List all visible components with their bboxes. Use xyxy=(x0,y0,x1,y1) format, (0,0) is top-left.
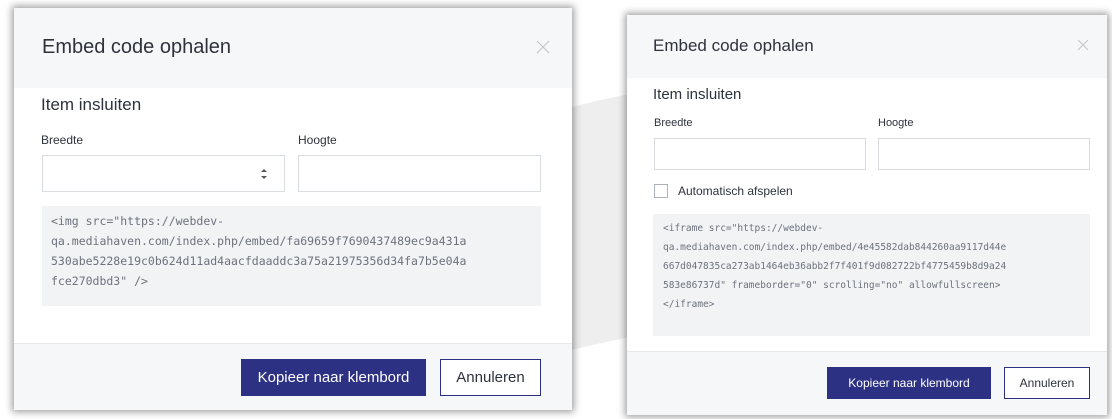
height-label: Hoogte xyxy=(298,133,337,147)
cancel-button[interactable]: Annuleren xyxy=(1004,367,1090,399)
embed-dialog-image: Embed code ophalen Item insluiten Breedt… xyxy=(14,8,572,410)
embed-dialog-video: Embed code ophalen Item insluiten Breedt… xyxy=(627,15,1107,415)
autoplay-option[interactable]: Automatisch afspelen xyxy=(654,183,793,199)
section-title: Item insluiten xyxy=(653,86,742,103)
cancel-button[interactable]: Annuleren xyxy=(440,359,541,396)
dialog-header: Embed code ophalen xyxy=(14,8,572,88)
close-icon[interactable] xyxy=(536,40,550,54)
autoplay-checkbox[interactable] xyxy=(654,184,668,198)
section-title: Item insluiten xyxy=(41,95,142,114)
number-spinner-icon[interactable] xyxy=(259,166,269,182)
width-input[interactable] xyxy=(42,155,285,192)
copy-to-clipboard-button[interactable]: Kopieer naar klembord xyxy=(241,359,426,396)
embed-code-box[interactable]: <iframe src="https://webdev- qa.mediahav… xyxy=(653,214,1090,336)
height-label: Hoogte xyxy=(878,117,914,129)
dialog-title: Embed code ophalen xyxy=(653,36,814,55)
height-input[interactable] xyxy=(298,155,541,192)
close-icon[interactable] xyxy=(1077,39,1089,51)
autoplay-label: Automatisch afspelen xyxy=(678,184,793,198)
copy-to-clipboard-button[interactable]: Kopieer naar klembord xyxy=(827,367,991,399)
width-label: Breedte xyxy=(654,117,693,129)
width-input[interactable] xyxy=(654,138,866,170)
embed-code-box[interactable]: <img src="https://webdev- qa.mediahaven.… xyxy=(42,206,541,306)
dialog-header: Embed code ophalen xyxy=(627,15,1107,78)
dialog-title: Embed code ophalen xyxy=(42,36,232,58)
width-label: Breedte xyxy=(41,133,84,147)
height-input[interactable] xyxy=(878,138,1090,170)
